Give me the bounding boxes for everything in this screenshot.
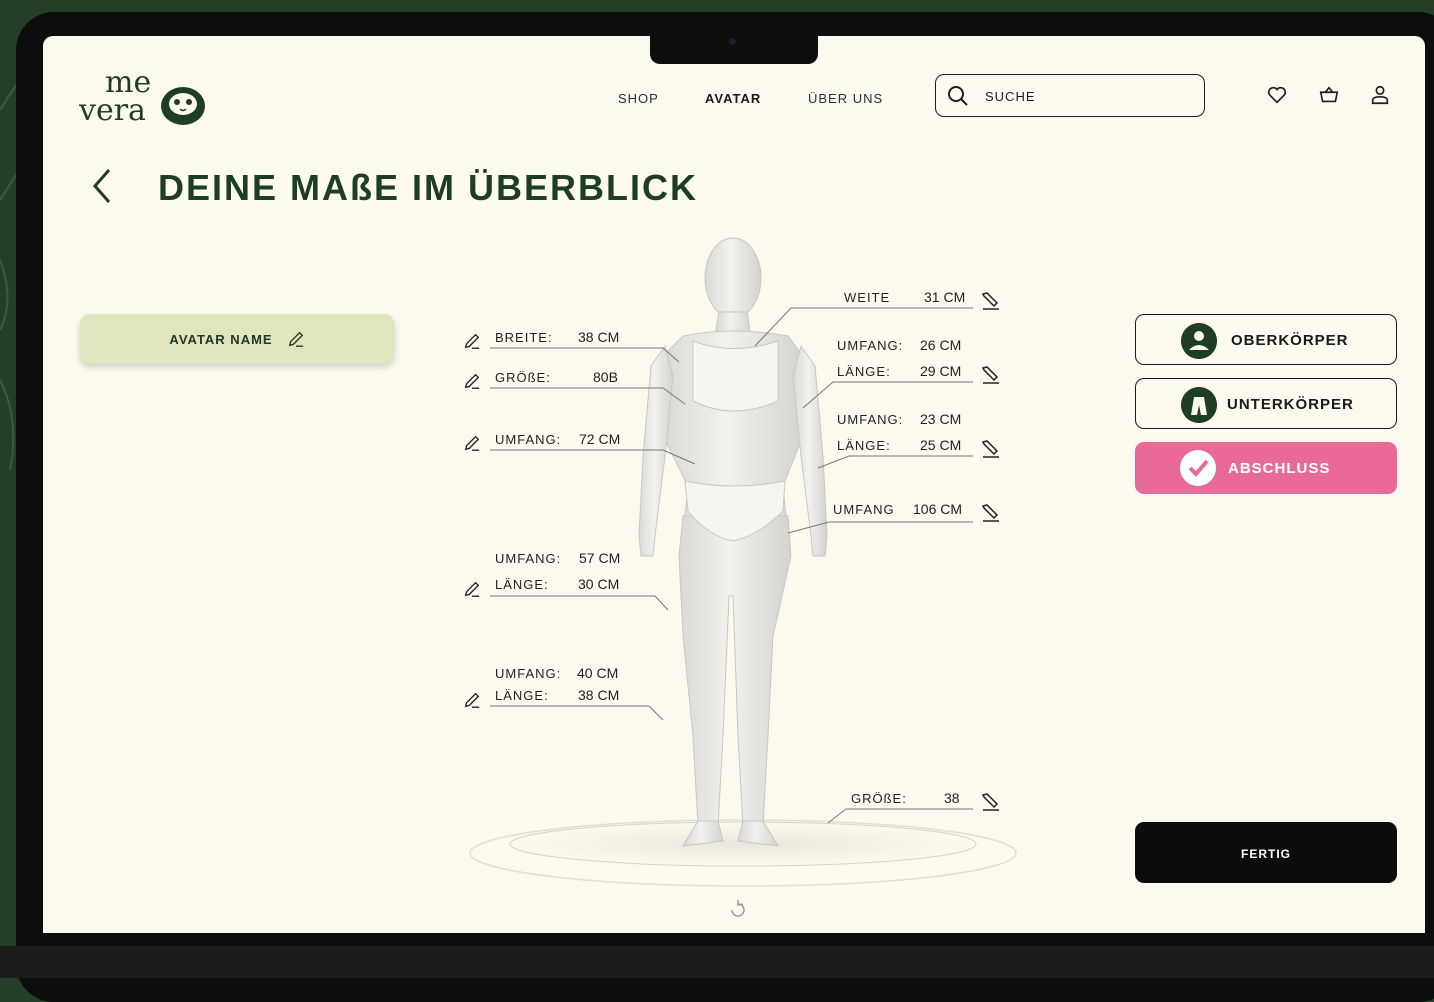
umfang-label: UMFANG: (837, 338, 904, 353)
unterkoerper-label: UNTERKÖRPER (1227, 396, 1354, 413)
edit-pencil-icon[interactable] (981, 792, 1001, 812)
rotate-icon (731, 900, 745, 917)
weite-value: 31 CM (924, 289, 966, 305)
groesse-value: 80B (593, 369, 618, 385)
edit-pencil-icon[interactable] (981, 439, 1001, 459)
upper-body-icon (1181, 323, 1217, 359)
fertig-button[interactable]: FERTIG (1135, 822, 1397, 883)
umfang-label: UMFANG (833, 502, 895, 517)
laenge-label: LÄNGE: (837, 438, 891, 453)
edit-pencil-icon[interactable] (981, 503, 1001, 523)
edit-pencil-icon[interactable] (463, 372, 481, 390)
laenge-label: LÄNGE: (837, 364, 891, 379)
weite-label: WEITE (844, 290, 891, 305)
edit-pencil-icon[interactable] (463, 580, 481, 598)
laenge-value: 29 CM (920, 363, 962, 379)
laenge-label: LÄNGE: (495, 577, 549, 592)
check-circle-icon (1180, 450, 1216, 486)
umfang-label: UMFANG: (495, 432, 562, 447)
camera (729, 38, 736, 45)
abschluss-label: ABSCHLUSS (1228, 460, 1331, 477)
oberkoerper-label: OBERKÖRPER (1231, 332, 1349, 349)
umfang-value: 40 CM (577, 665, 619, 681)
app-screen: me vera SHOP AVATAR ÜBER UNS SUCHE DEINE… (43, 36, 1425, 933)
umfang-label: UMFANG: (495, 551, 562, 566)
edit-pencil-icon[interactable] (981, 291, 1001, 311)
lower-body-icon (1181, 387, 1217, 423)
laptop-notch (650, 34, 818, 64)
edit-pencil-icon[interactable] (463, 434, 481, 452)
laenge-value: 25 CM (920, 437, 962, 453)
laenge-value: 30 CM (578, 576, 620, 592)
fertig-label: FERTIG (1241, 847, 1291, 861)
umfang-value: 72 CM (579, 431, 621, 447)
breite-value: 38 CM (578, 329, 620, 345)
laenge-label: LÄNGE: (495, 688, 549, 703)
laptop-base (0, 946, 1434, 978)
edit-pencil-icon[interactable] (463, 691, 481, 709)
edit-pencil-icon[interactable] (981, 365, 1001, 385)
breite-label: BREITE: (495, 330, 553, 345)
umfang-label: UMFANG: (837, 412, 904, 427)
unterkoerper-button[interactable]: UNTERKÖRPER (1135, 378, 1397, 429)
laenge-value: 38 CM (578, 687, 620, 703)
umfang-value: 106 CM (913, 501, 963, 517)
umfang-value: 57 CM (579, 550, 621, 566)
oberkoerper-button[interactable]: OBERKÖRPER (1135, 314, 1397, 365)
edit-pencil-icon[interactable] (463, 332, 481, 350)
groesse-value: 38 (944, 790, 960, 806)
umfang-value: 23 CM (920, 411, 962, 427)
abschluss-button[interactable]: ABSCHLUSS (1135, 442, 1397, 494)
groesse-label: GRÖßE: (851, 791, 907, 806)
umfang-value: 26 CM (920, 337, 962, 353)
groesse-label: GRÖßE: (495, 370, 551, 385)
umfang-label: UMFANG: (495, 666, 562, 681)
